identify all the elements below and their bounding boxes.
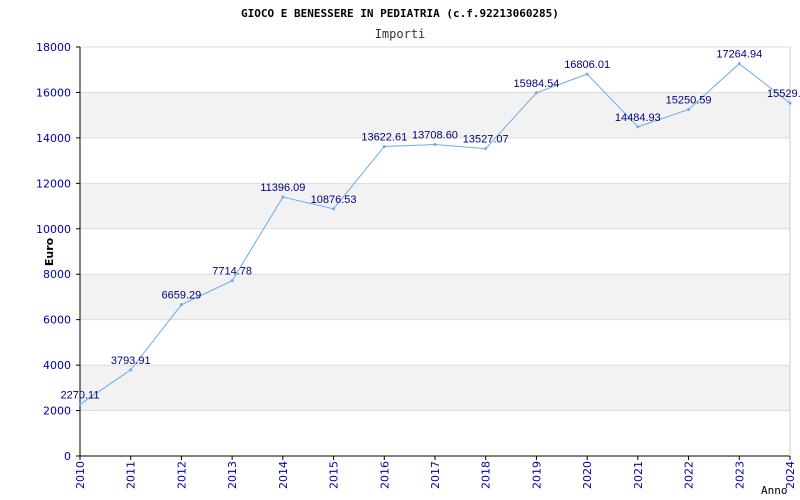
y-tick-label: 0 — [64, 450, 71, 463]
data-label: 13708.60 — [412, 130, 458, 142]
x-tick-label: 2014 — [277, 461, 290, 489]
x-tick-label: 2011 — [125, 461, 138, 489]
data-label: 15984.54 — [513, 78, 559, 90]
data-point — [737, 62, 741, 66]
line-chart: GIOCO E BENESSERE IN PEDIATRIA (c.f.9221… — [36, 7, 800, 497]
x-tick-label: 2015 — [328, 461, 341, 489]
x-axis-ticks: 2010 2011 2012 2013 2014 2015 2016 2017 2018 2019… — [74, 456, 797, 489]
data-point — [332, 207, 336, 211]
data-label: 15529.28 — [767, 88, 800, 100]
x-tick-label: 2018 — [480, 461, 493, 489]
x-tick-label: 2023 — [733, 461, 746, 489]
data-point — [484, 147, 488, 151]
grid-bands — [80, 47, 790, 456]
data-label: 16806.01 — [564, 59, 610, 71]
data-label: 13527.07 — [463, 134, 509, 146]
data-label: 2270.11 — [61, 389, 100, 401]
data-point — [78, 402, 82, 406]
x-tick-label: 2021 — [632, 461, 645, 489]
data-point — [534, 91, 538, 95]
x-tick-label: 2022 — [683, 461, 696, 489]
y-tick-label: 8000 — [43, 268, 71, 281]
x-tick-label: 2019 — [530, 461, 543, 489]
x-tick-label: 2017 — [429, 461, 442, 489]
grid-band — [80, 319, 790, 366]
grid-band — [80, 365, 790, 411]
grid-band — [80, 183, 790, 229]
data-label: 11396.09 — [260, 182, 305, 194]
data-point — [382, 144, 386, 148]
y-tick-label: 14000 — [36, 132, 71, 145]
y-tick-label: 2000 — [43, 405, 71, 418]
data-point — [230, 279, 234, 283]
y-tick-label: 12000 — [36, 177, 71, 190]
chart-subtitle: Importi — [375, 27, 426, 41]
y-tick-label: 16000 — [36, 86, 71, 99]
data-label: 6659.29 — [162, 290, 202, 302]
x-axis-label: Anno — [761, 484, 788, 497]
data-label: 10876.53 — [311, 194, 357, 206]
data-label: 3793.91 — [111, 355, 151, 367]
data-label: 14484.93 — [615, 112, 661, 124]
y-tick-label: 6000 — [43, 314, 71, 327]
chart-title: GIOCO E BENESSERE IN PEDIATRIA (c.f.9221… — [241, 7, 559, 20]
y-tick-label: 4000 — [43, 359, 71, 372]
grid-band — [80, 410, 790, 456]
data-label: 17264.94 — [716, 49, 762, 61]
y-axis-label: Euro — [43, 237, 56, 266]
x-tick-label: 2013 — [226, 461, 239, 489]
data-point — [129, 368, 133, 372]
y-tick-label: 18000 — [36, 41, 71, 54]
data-point — [636, 125, 640, 129]
x-tick-label: 2016 — [378, 461, 391, 489]
data-label: 15250.59 — [666, 94, 712, 106]
y-tick-label: 10000 — [36, 223, 71, 236]
data-point — [585, 72, 589, 76]
data-point — [788, 101, 792, 105]
data-point — [433, 143, 437, 147]
chart-container: GIOCO E BENESSERE IN PEDIATRIA (c.f.9221… — [0, 0, 800, 500]
grid-band — [80, 47, 790, 93]
x-tick-label: 2010 — [74, 461, 87, 489]
data-label: 7714.78 — [212, 266, 252, 278]
grid-band — [80, 228, 790, 275]
data-point — [281, 195, 285, 199]
data-label: 13622.61 — [361, 131, 407, 143]
data-point — [179, 303, 183, 307]
data-point — [687, 107, 691, 111]
x-tick-label: 2012 — [175, 461, 188, 489]
x-tick-label: 2020 — [581, 461, 594, 489]
